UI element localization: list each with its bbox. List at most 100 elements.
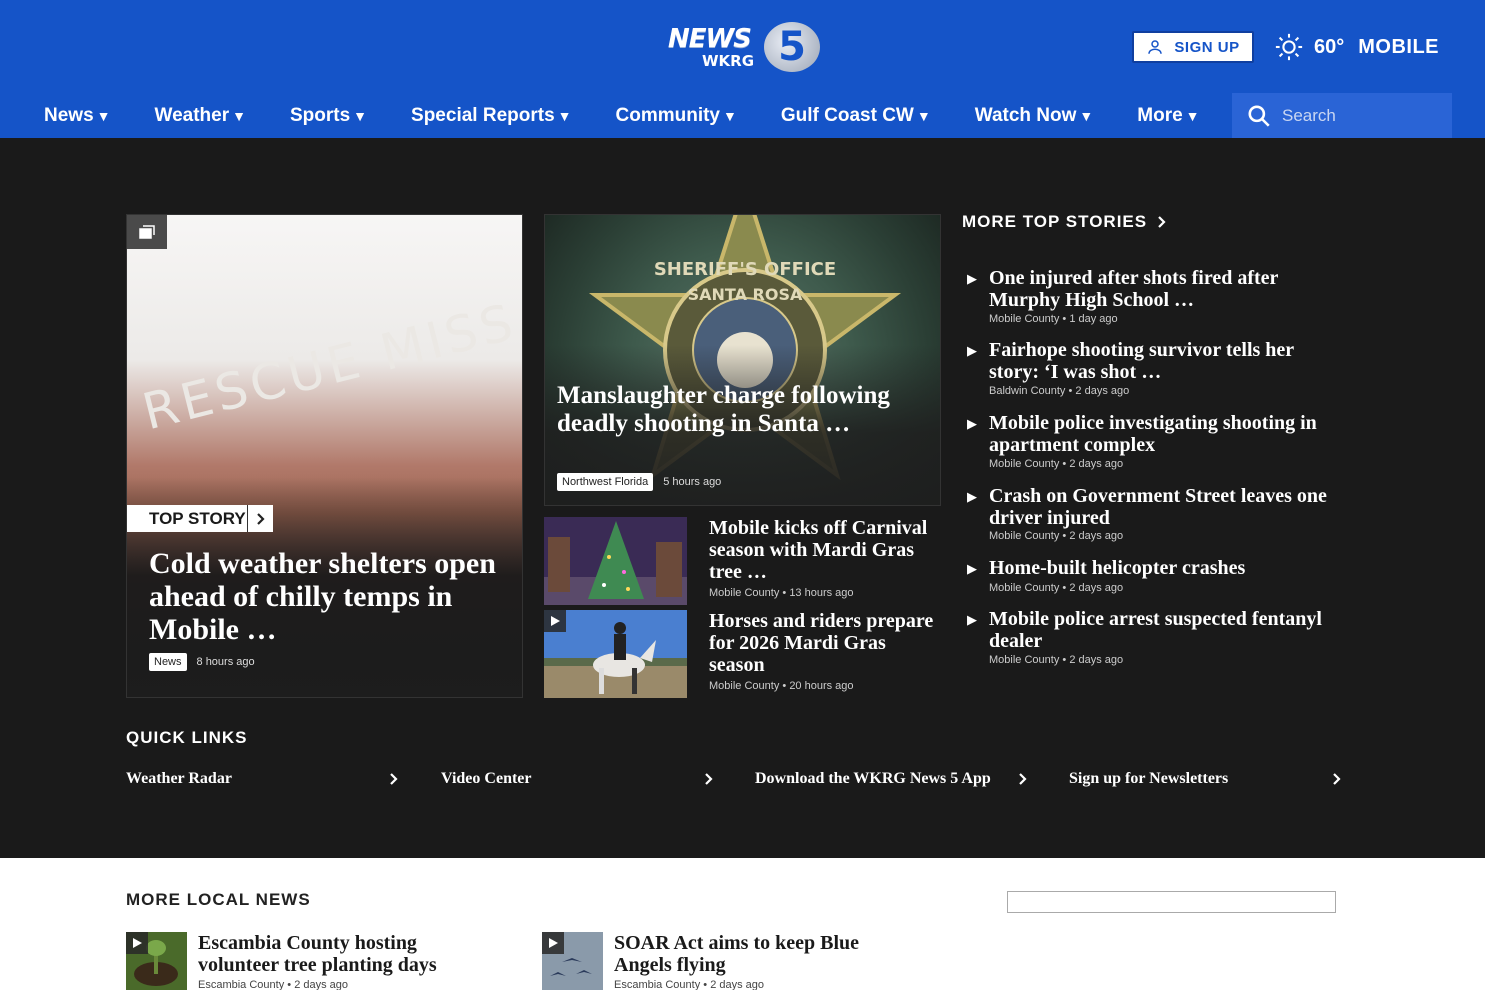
nav-label: Watch Now: [974, 105, 1077, 126]
top-story-card[interactable]: RESCUE MISS TOP STORY Cold weather shelt…: [126, 214, 523, 698]
local-news-meta: Escambia County • 2 days ago: [614, 979, 764, 990]
search-icon[interactable]: [1246, 103, 1272, 129]
location: Mobile County: [989, 313, 1060, 325]
more-top-stories-header[interactable]: MORE TOP STORIES: [962, 212, 1347, 232]
badge-text-sub: SANTA ROSA: [688, 285, 803, 304]
weather-widget[interactable]: 60° MOBILE: [1274, 30, 1439, 64]
play-triangle-icon: ▶: [967, 416, 977, 431]
top-story-tag-label: TOP STORY: [149, 508, 246, 528]
story-title[interactable]: Fairhope shooting survivor tells her sto…: [989, 339, 1347, 383]
story-meta: Mobile County • 2 days ago: [989, 458, 1123, 470]
timestamp: 2 days ago: [294, 979, 349, 990]
second-story-headline[interactable]: Manslaughter charge following deadly sho…: [557, 382, 927, 438]
more-top-stories: MORE TOP STORIES ▶ One injured after sho…: [962, 212, 1347, 666]
nav-item-gulf-coast-cw[interactable]: Gulf Coast CW ▼: [781, 105, 931, 127]
local-news-title[interactable]: SOAR Act aims to keep Blue Angels flying: [614, 932, 914, 976]
meta-separator: •: [703, 979, 708, 990]
search-box: [1232, 93, 1452, 138]
logo-wkrg-text: WKRG: [702, 52, 755, 70]
quick-link-video-center[interactable]: Video Center: [441, 770, 713, 788]
meta-separator: •: [1062, 313, 1067, 325]
play-icon: [544, 610, 566, 632]
location: Mobile County: [989, 458, 1060, 470]
story-title[interactable]: Mobile police arrest suspected fentanyl …: [989, 608, 1347, 652]
location: Escambia County: [198, 979, 285, 990]
mini-story-title[interactable]: Mobile kicks off Carnival season with Ma…: [709, 517, 941, 583]
section-title: MORE TOP STORIES: [962, 212, 1148, 231]
story-title[interactable]: Crash on Government Street leaves one dr…: [989, 485, 1347, 529]
meta-separator: •: [287, 979, 292, 990]
location: Mobile County: [989, 530, 1060, 542]
play-triangle-icon: ▶: [967, 612, 977, 627]
meta-separator: •: [1062, 458, 1067, 470]
quick-link-label: Video Center: [441, 770, 532, 787]
top-story-meta: News 8 hours ago: [149, 653, 255, 671]
location: Escambia County: [614, 979, 701, 990]
meta-separator: •: [782, 587, 787, 599]
location: Mobile County: [709, 680, 780, 692]
timestamp: 13 hours ago: [789, 587, 854, 599]
local-news-meta: Escambia County • 2 days ago: [198, 979, 348, 990]
top-story-headline[interactable]: Cold weather shelters open ahead of chil…: [149, 547, 509, 646]
story-meta: Mobile County • 1 day ago: [989, 313, 1118, 325]
search-input[interactable]: [1282, 105, 1442, 126]
timestamp: 2 days ago: [1069, 530, 1124, 542]
meta-separator: •: [1062, 530, 1067, 542]
story-title[interactable]: Mobile police investigating shooting in …: [989, 412, 1347, 456]
nav-item-more[interactable]: More ▼: [1137, 105, 1199, 127]
nav-label: Gulf Coast CW: [780, 105, 914, 126]
caret-down-icon: ▼: [1079, 108, 1094, 124]
nav-label: Weather: [154, 105, 230, 126]
story-title[interactable]: Home-built helicopter crashes: [989, 557, 1347, 579]
chevron-right-icon: [1333, 773, 1341, 785]
nav-item-special-reports[interactable]: Special Reports ▼: [411, 105, 571, 127]
top-story-tag[interactable]: TOP STORY: [127, 505, 273, 532]
timestamp: 8 hours ago: [196, 656, 255, 668]
category-badge[interactable]: Northwest Florida: [557, 473, 654, 491]
play-triangle-icon: ▶: [967, 271, 977, 286]
nav-item-community[interactable]: Community ▼: [616, 105, 737, 127]
quick-link-label: Sign up for Newsletters: [1069, 770, 1229, 787]
caret-down-icon: ▼: [557, 108, 572, 124]
tree-planting-thumbnail: [126, 932, 187, 990]
mini-story-title[interactable]: Horses and riders prepare for 2026 Mardi…: [709, 610, 941, 676]
list-item[interactable]: Escambia County hosting volunteer tree p…: [126, 932, 506, 990]
play-icon: [542, 932, 564, 954]
nav-item-news[interactable]: News ▼: [44, 105, 111, 127]
local-news-title[interactable]: Escambia County hosting volunteer tree p…: [198, 932, 498, 976]
quick-links-section: QUICK LINKS: [126, 728, 248, 748]
location: Mobile County: [709, 587, 780, 599]
quick-link-download-app[interactable]: Download the WKRG News 5 App: [755, 770, 1027, 788]
nav-item-sports[interactable]: Sports ▼: [290, 105, 367, 127]
nav-item-watch-now[interactable]: Watch Now ▼: [975, 105, 1094, 127]
second-story-card[interactable]: SHERIFF'S OFFICE SANTA ROSA Manslaughter…: [544, 214, 941, 506]
caret-down-icon: ▼: [96, 108, 111, 124]
chevron-right-icon: [390, 773, 398, 785]
mini-story[interactable]: Horses and riders prepare for 2026 Mardi…: [544, 610, 941, 698]
ad-slot[interactable]: [1007, 891, 1336, 913]
category-badge[interactable]: News: [149, 653, 187, 671]
location: Baldwin County: [989, 385, 1066, 397]
quick-link-label: Download the WKRG News 5 App: [755, 770, 991, 787]
story-meta: Mobile County • 2 days ago: [989, 530, 1123, 542]
timestamp: 1 day ago: [1069, 313, 1118, 325]
play-triangle-icon: ▶: [967, 489, 977, 504]
play-icon: [126, 932, 148, 954]
sign-up-button[interactable]: SIGN UP: [1132, 31, 1254, 63]
meta-separator: •: [1068, 385, 1073, 397]
timestamp: 2 days ago: [1075, 385, 1130, 397]
location: Mobile County: [989, 582, 1060, 594]
nav-item-weather[interactable]: Weather ▼: [155, 105, 246, 127]
quick-link-weather-radar[interactable]: Weather Radar: [126, 770, 398, 788]
mini-story[interactable]: Mobile kicks off Carnival season with Ma…: [544, 517, 941, 605]
quick-link-newsletters[interactable]: Sign up for Newsletters: [1069, 770, 1341, 788]
nav-label: Special Reports: [411, 105, 555, 126]
timestamp: 5 hours ago: [663, 476, 722, 488]
story-title[interactable]: One injured after shots fired after Murp…: [989, 267, 1347, 311]
story-meta: Baldwin County • 2 days ago: [989, 385, 1129, 397]
quick-links-header: QUICK LINKS: [126, 728, 248, 747]
news5-logo[interactable]: NEWS WKRG 5: [668, 22, 820, 74]
chevron-right-icon: [705, 773, 713, 785]
list-item[interactable]: SOAR Act aims to keep Blue Angels flying…: [542, 932, 922, 990]
meta-separator: •: [1062, 582, 1067, 594]
